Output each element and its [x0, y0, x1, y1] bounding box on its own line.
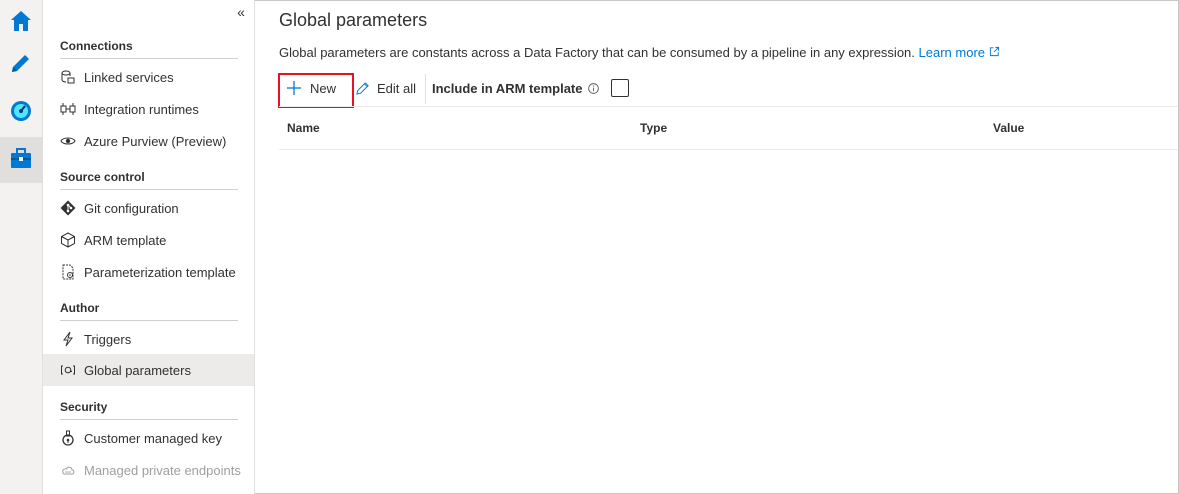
- rail-home-button[interactable]: [0, 0, 42, 46]
- section-divider: [60, 419, 238, 420]
- eye-icon: [60, 133, 76, 149]
- nav-item-label: Global parameters: [84, 362, 191, 378]
- nav-item-label: ARM template: [84, 232, 167, 248]
- rail-author-button[interactable]: [0, 42, 42, 88]
- page-description: Global parameters are constants across a…: [279, 45, 1000, 60]
- nav-item-label: Git configuration: [84, 200, 179, 216]
- nav-item-global-parameters[interactable]: Global parameters: [43, 354, 254, 386]
- global-parameters-icon: [60, 362, 76, 378]
- nav-item-label: Linked services: [84, 69, 174, 85]
- learn-more-link[interactable]: Learn more: [919, 45, 1000, 60]
- nav-item-integration-runtimes[interactable]: Integration runtimes: [43, 93, 254, 125]
- nav-item-managed-private-endpoints: Managed private endpoints: [43, 454, 254, 486]
- section-divider: [60, 189, 238, 190]
- nav-item-label: Customer managed key: [84, 430, 223, 446]
- nav-item-label: Parameterization template: [84, 264, 236, 280]
- monitor-gauge-icon: [9, 99, 33, 128]
- section-divider: [60, 58, 238, 59]
- edit-all-label: Edit all: [377, 80, 417, 96]
- document-gear-icon: [60, 264, 76, 280]
- collapse-nav-button[interactable]: «: [233, 4, 249, 20]
- new-button-label: New: [310, 80, 337, 96]
- toolbar: New Edit all Include in ARM template: [279, 70, 1178, 106]
- git-icon: [60, 200, 76, 216]
- nav-item-label: Triggers: [84, 331, 132, 347]
- home-icon: [9, 9, 33, 38]
- nav-item-triggers[interactable]: Triggers: [43, 323, 254, 355]
- nav-item-label: Integration runtimes: [84, 101, 199, 117]
- page-title: Global parameters: [279, 10, 428, 30]
- nav-item-git-configuration[interactable]: Git configuration: [43, 192, 254, 224]
- rail-manage-button[interactable]: [0, 137, 42, 183]
- cube-icon: [60, 232, 76, 248]
- include-arm-template-checkbox[interactable]: [611, 79, 629, 97]
- nav-item-customer-managed-key[interactable]: Customer managed key: [43, 422, 254, 454]
- edit-all-button[interactable]: Edit all: [355, 72, 416, 104]
- pencil-edit-icon: [355, 81, 370, 96]
- plus-icon: [287, 81, 301, 95]
- pencil-icon: [9, 51, 33, 80]
- learn-more-label: Learn more: [918, 45, 986, 60]
- nav-item-label: Azure Purview (Preview): [84, 133, 227, 149]
- column-header-name[interactable]: Name: [287, 121, 320, 135]
- main-content: Global parameters Global parameters are …: [256, 0, 1178, 494]
- parameters-table-header: Name Type Value: [279, 106, 1178, 150]
- section-title-connections: Connections: [60, 39, 133, 53]
- include-arm-text: Include in ARM template: [432, 80, 583, 96]
- column-header-value[interactable]: Value: [993, 121, 1024, 135]
- integration-runtime-icon: [60, 101, 76, 117]
- description-text: Global parameters are constants across a…: [279, 45, 915, 60]
- nav-item-azure-purview[interactable]: Azure Purview (Preview): [43, 125, 254, 157]
- info-icon[interactable]: [588, 82, 600, 94]
- toolbar-separator: [425, 74, 426, 104]
- new-button[interactable]: New: [287, 72, 336, 104]
- section-title-source-control: Source control: [60, 170, 145, 184]
- external-link-icon: [989, 45, 1000, 60]
- settings-nav: « Connections Linked services Integratio…: [43, 0, 255, 494]
- key-icon: [60, 430, 76, 446]
- toolbox-icon: [9, 146, 33, 175]
- nav-item-parameterization-template[interactable]: Parameterization template: [43, 256, 254, 288]
- nav-item-label: Managed private endpoints: [84, 462, 241, 478]
- section-title-author: Author: [60, 301, 100, 315]
- linked-services-icon: [60, 69, 76, 85]
- rail-monitor-button[interactable]: [0, 90, 42, 136]
- section-divider: [60, 320, 238, 321]
- nav-item-linked-services[interactable]: Linked services: [43, 61, 254, 93]
- column-header-type[interactable]: Type: [640, 121, 667, 135]
- include-arm-template-checkbox-wrap: [611, 72, 629, 104]
- cloud-icon: [60, 462, 76, 478]
- lightning-icon: [60, 331, 76, 347]
- nav-item-arm-template[interactable]: ARM template: [43, 224, 254, 256]
- include-arm-template-label: Include in ARM template: [432, 72, 600, 104]
- section-title-security: Security: [60, 400, 108, 414]
- left-rail: [0, 0, 43, 494]
